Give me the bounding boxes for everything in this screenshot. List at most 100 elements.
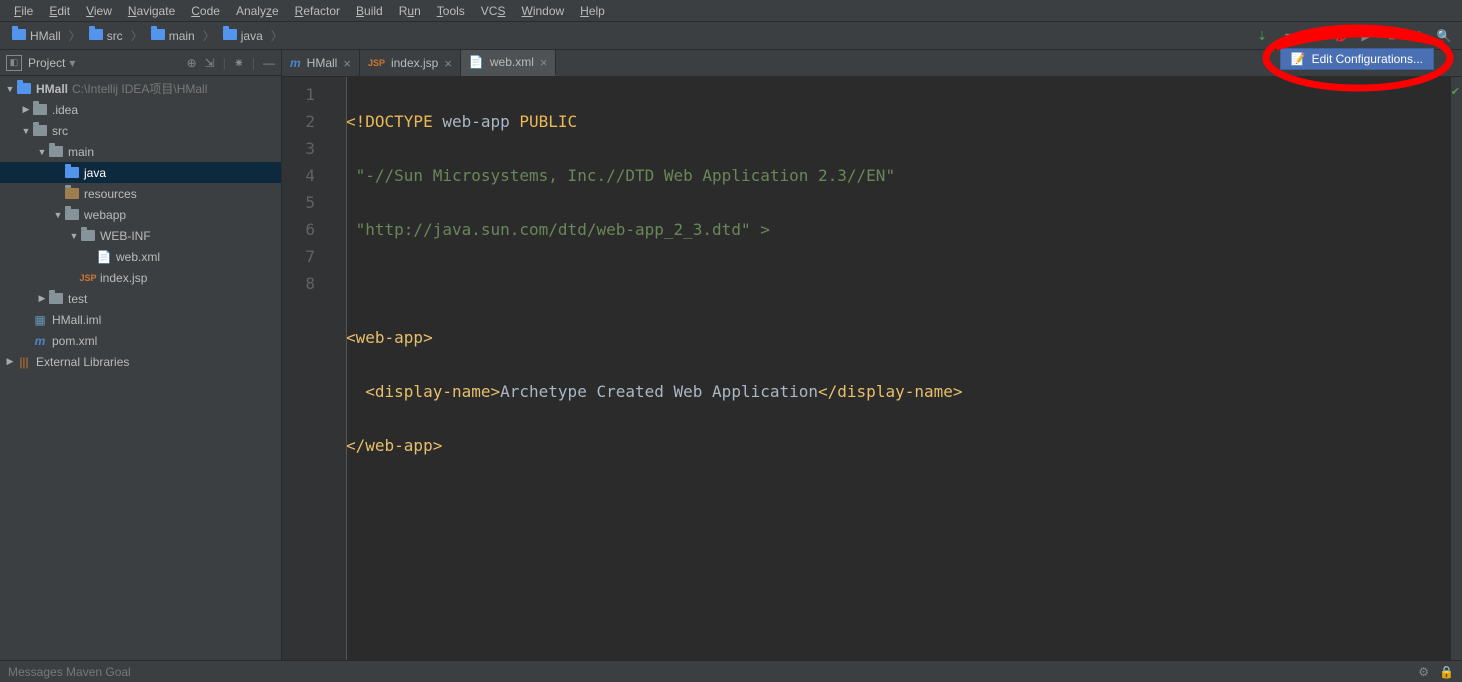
menu-build[interactable]: Build [348, 1, 391, 21]
status-left[interactable]: Messages Maven Goal [8, 665, 131, 679]
tab-label: HMall [307, 56, 338, 70]
close-icon[interactable]: × [343, 56, 351, 71]
edit-config-label: Edit Configurations... [1312, 52, 1423, 66]
stop-icon[interactable]: ■ [1384, 28, 1400, 44]
project-icon [16, 83, 32, 94]
breadcrumb-src-label: src [107, 29, 123, 43]
menu-window[interactable]: Window [513, 1, 572, 21]
menu-view[interactable]: View [78, 1, 120, 21]
jsp-file-icon: JSP [368, 58, 385, 68]
menu-tools[interactable]: Tools [429, 1, 473, 21]
tab-hmall[interactable]: m HMall × [282, 50, 360, 76]
breadcrumb-src[interactable]: src [83, 25, 129, 47]
tree-main[interactable]: ▼ main [0, 141, 281, 162]
status-bar: Messages Maven Goal ⚙ 🔒 [0, 660, 1462, 682]
project-header: ◧ Project ▾ ⊕ ⇲ | ✷ | — [0, 50, 281, 76]
divider: | [252, 56, 255, 70]
tree-idea[interactable]: ▶ .idea [0, 99, 281, 120]
expand-icon[interactable]: ▶ [4, 356, 16, 367]
tree-resources[interactable]: resources [0, 183, 281, 204]
xml-file-icon: 📄 [96, 250, 112, 264]
line-number: 1 [282, 81, 345, 108]
divider: | [223, 56, 226, 70]
tree-pom[interactable]: m pom.xml [0, 330, 281, 351]
gutter: 1 2 3 4 5 6 7 8 [282, 77, 346, 660]
tab-indexjsp[interactable]: JSP index.jsp × [360, 50, 461, 76]
search-everywhere-icon[interactable]: 🔍 [1436, 28, 1452, 44]
menu-refactor[interactable]: Refactor [287, 1, 348, 21]
breadcrumb-bar: HMall 〉 src 〉 main 〉 java 〉 ⇣ ▾ ▶ 🐞 ▶ ■ … [0, 22, 1462, 50]
build-icon[interactable]: ⇣ [1254, 28, 1270, 44]
project-view-icon[interactable]: ◧ [6, 55, 22, 71]
close-icon[interactable]: × [540, 55, 548, 70]
menu-analyze[interactable]: Analyze [228, 1, 287, 21]
code-text: </display-name> [818, 382, 963, 401]
code-editor[interactable]: 1 2 3 4 5 6 7 8 <!DOCTYPE web-app PUBLIC… [282, 77, 1462, 660]
hide-icon[interactable]: — [263, 56, 275, 70]
code-text: "http://java.sun.com/dtd/web-app_2_3.dtd… [346, 220, 770, 239]
lock-icon[interactable]: 🔒 [1439, 665, 1454, 679]
folder-icon [48, 146, 64, 157]
tree-label: index.jsp [100, 271, 147, 285]
code-content[interactable]: <!DOCTYPE web-app PUBLIC "-//Sun Microsy… [346, 77, 1450, 660]
project-title: Project [28, 56, 65, 70]
breadcrumb-java[interactable]: java [217, 25, 269, 47]
scroll-from-icon[interactable]: ⊕ [187, 56, 197, 70]
tree-label: test [68, 292, 87, 306]
tree-root[interactable]: ▼ HMall C:\Intellij IDEA项目\HMall [0, 78, 281, 99]
tree-label: WEB-INF [100, 229, 151, 243]
menu-run[interactable]: Run [391, 1, 429, 21]
expand-icon[interactable]: ▼ [20, 126, 32, 136]
line-number: 5 [282, 189, 345, 216]
collapse-icon[interactable]: ⇲ [205, 56, 215, 70]
tree-webapp[interactable]: ▼ webapp [0, 204, 281, 225]
tree-indexjsp[interactable]: JSP index.jsp [0, 267, 281, 288]
edit-configurations-item[interactable]: 📝 Edit Configurations... [1280, 48, 1434, 70]
gear-icon[interactable]: ⚙ [1418, 665, 1429, 679]
tree-iml[interactable]: ▦ HMall.iml [0, 309, 281, 330]
expand-icon[interactable]: ▼ [4, 84, 16, 94]
breadcrumb-java-label: java [241, 29, 263, 43]
error-stripe[interactable]: ✔ [1450, 77, 1462, 660]
expand-icon[interactable]: ▶ [36, 293, 48, 304]
code-text: <web-app> [346, 328, 433, 347]
folder-icon [80, 230, 96, 241]
structure-icon[interactable]: ⧉ [1410, 28, 1426, 44]
run-config-dropdown[interactable]: ▾ [1280, 28, 1296, 44]
chevron-down-icon[interactable]: ▾ [69, 56, 75, 70]
line-number: 6 [282, 216, 345, 243]
libraries-icon: ||| [16, 355, 32, 369]
expand-icon[interactable]: ▼ [68, 231, 80, 241]
menu-vcs[interactable]: VCS [473, 1, 514, 21]
tree-java[interactable]: java [0, 162, 281, 183]
menu-edit[interactable]: Edit [41, 1, 78, 21]
breadcrumb-root[interactable]: HMall [6, 25, 67, 47]
menu-navigate[interactable]: Navigate [120, 1, 183, 21]
debug-icon[interactable]: 🐞 [1332, 28, 1348, 44]
tree-external-libs[interactable]: ▶ ||| External Libraries [0, 351, 281, 372]
breadcrumb-main[interactable]: main [145, 25, 201, 47]
folder-icon [151, 29, 165, 43]
close-icon[interactable]: × [444, 56, 452, 71]
tree-root-label: HMall [36, 82, 68, 96]
settings-icon[interactable]: ✷ [234, 56, 244, 70]
tree-test[interactable]: ▶ test [0, 288, 281, 309]
tree-webinf[interactable]: ▼ WEB-INF [0, 225, 281, 246]
tab-label: index.jsp [391, 56, 438, 70]
jsp-file-icon: JSP [80, 273, 96, 283]
expand-icon[interactable]: ▼ [36, 147, 48, 157]
tree-webxml[interactable]: 📄 web.xml [0, 246, 281, 267]
tree-src[interactable]: ▼ src [0, 120, 281, 141]
coverage-icon[interactable]: ▶ [1358, 28, 1374, 44]
menu-help[interactable]: Help [572, 1, 613, 21]
tree-label: web.xml [116, 250, 160, 264]
menu-code[interactable]: Code [183, 1, 228, 21]
menu-bar: File Edit View Navigate Code Analyze Ref… [0, 0, 1462, 22]
project-tree[interactable]: ▼ HMall C:\Intellij IDEA项目\HMall ▶ .idea… [0, 76, 281, 660]
expand-icon[interactable]: ▶ [20, 104, 32, 115]
expand-icon[interactable]: ▼ [52, 210, 64, 220]
menu-file[interactable]: File [6, 1, 41, 21]
run-icon[interactable]: ▶ [1306, 28, 1322, 44]
folder-icon [32, 104, 48, 115]
tab-webxml[interactable]: 📄 web.xml × [461, 50, 557, 76]
